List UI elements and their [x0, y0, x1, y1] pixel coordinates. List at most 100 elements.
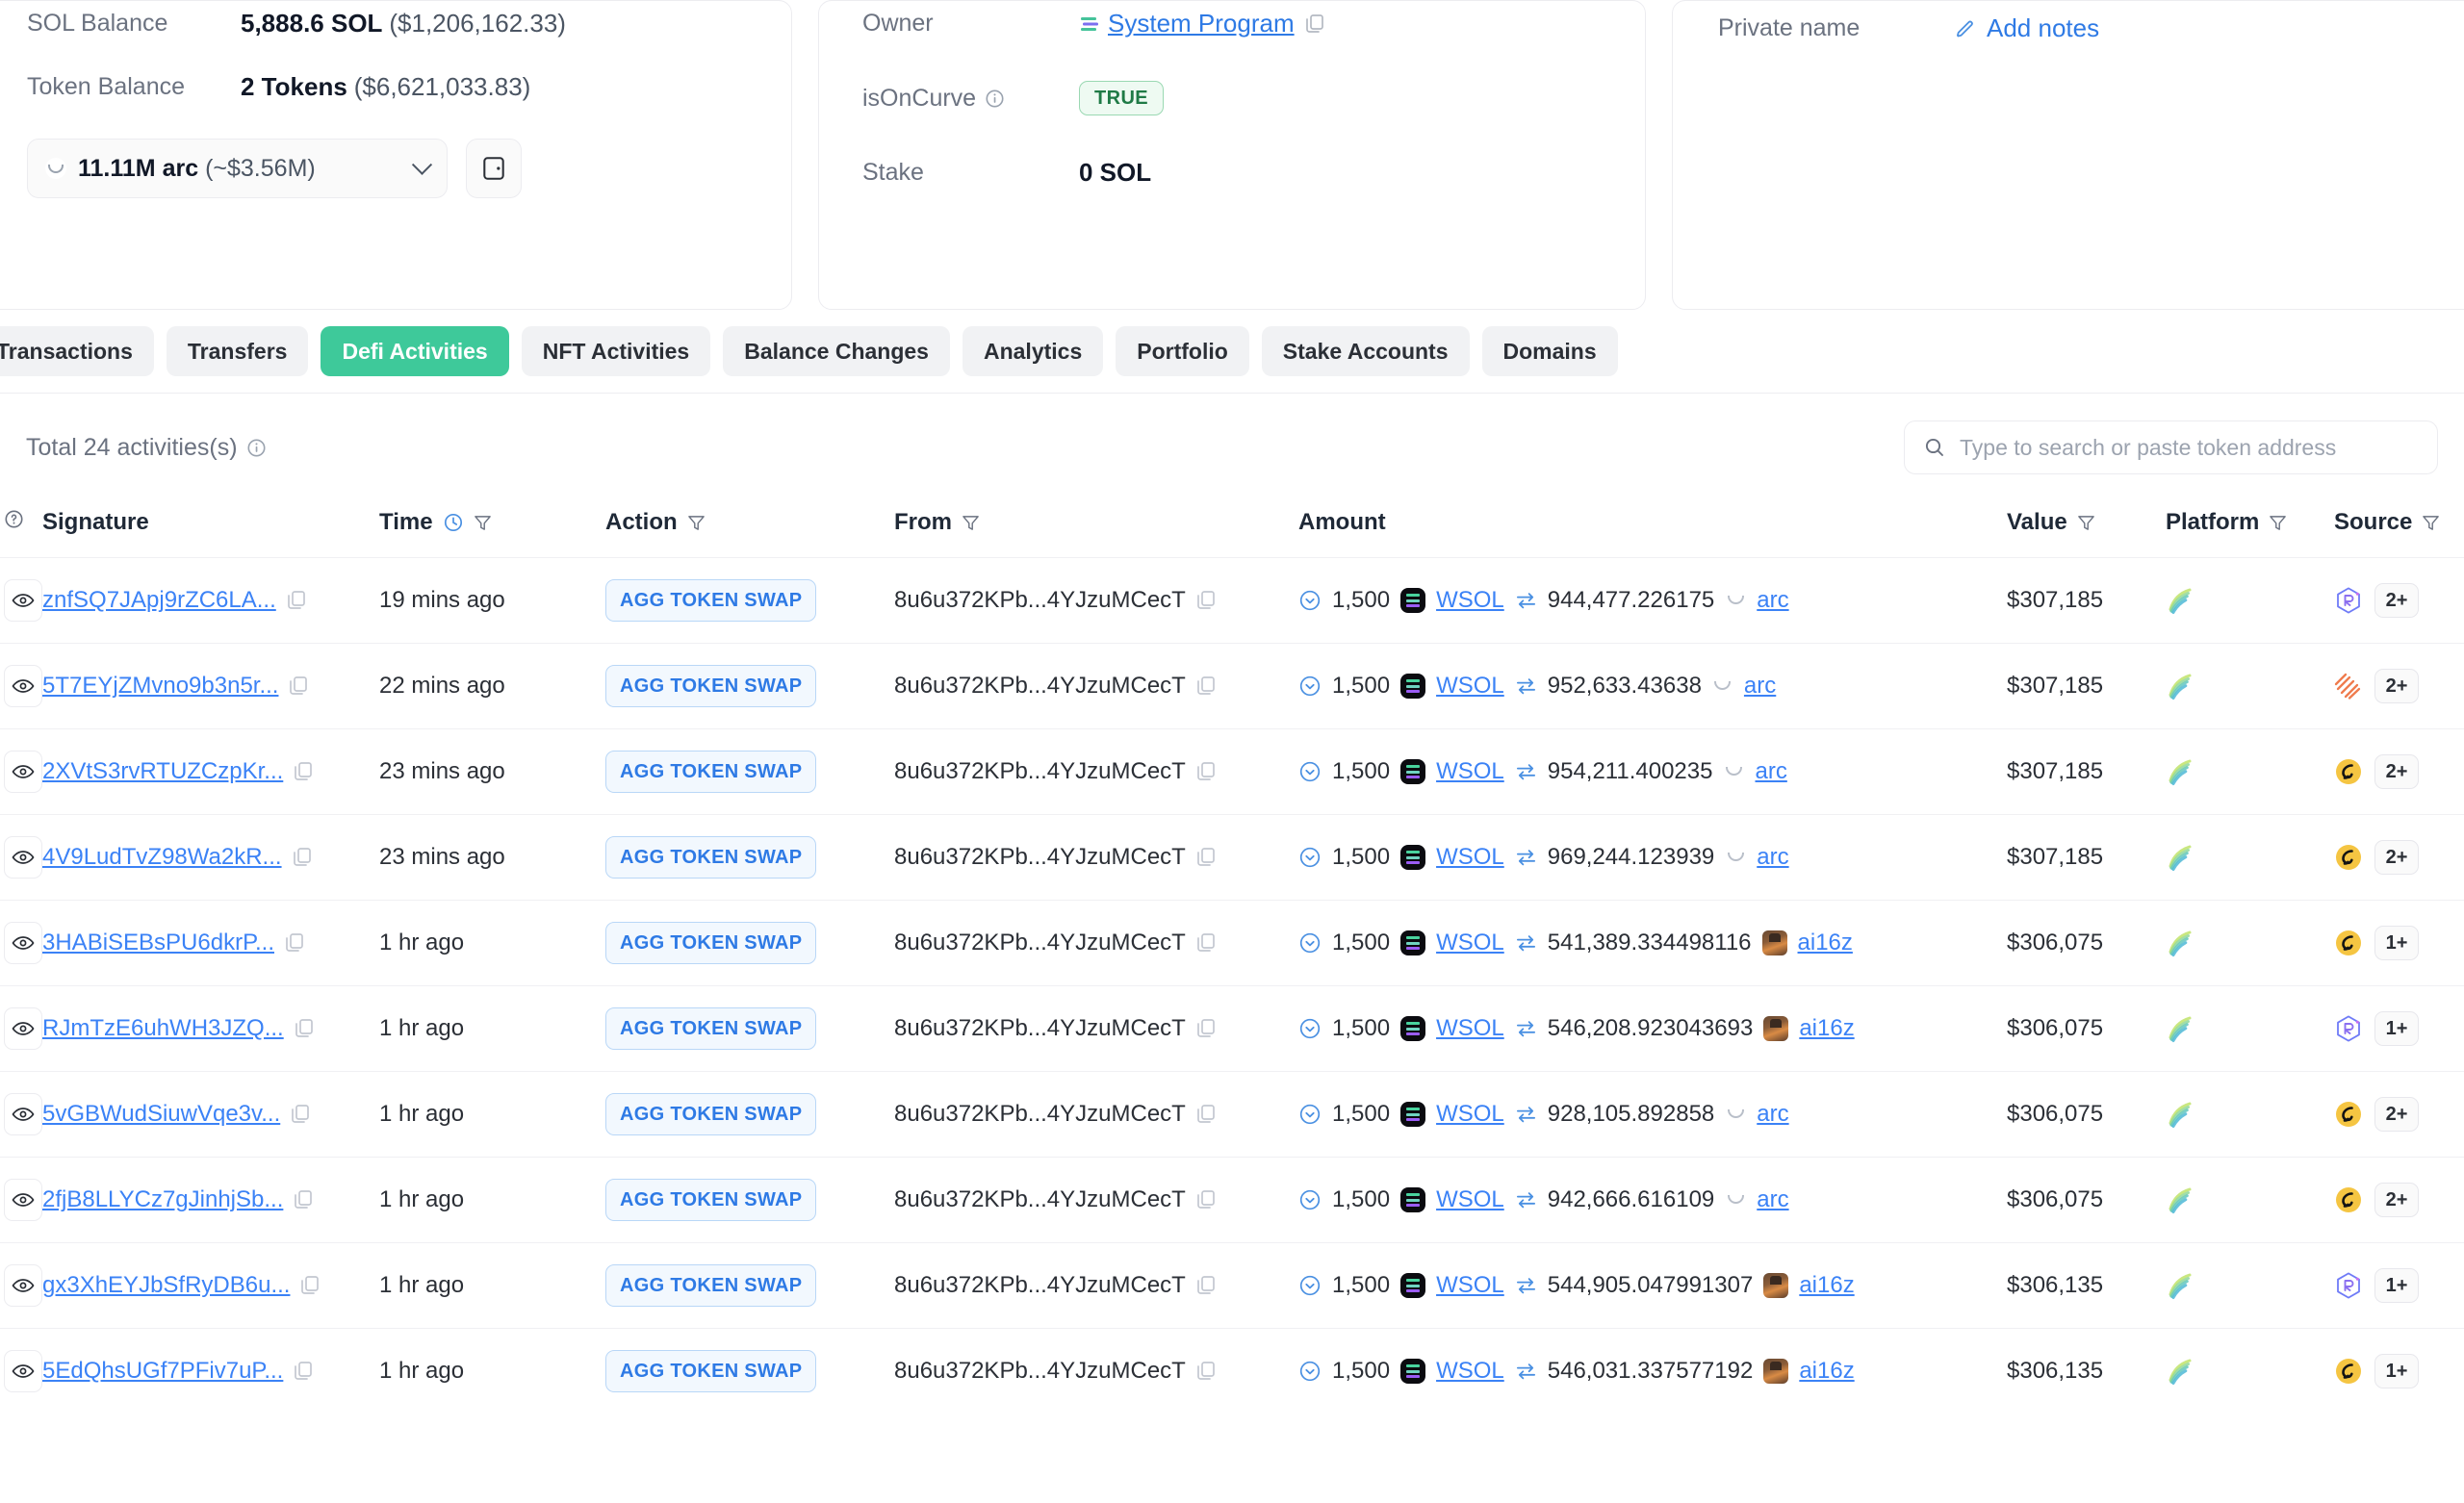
raydium-source-icon[interactable] [2334, 586, 2363, 615]
token-out-link[interactable]: arc [1757, 1186, 1788, 1213]
filter-icon[interactable] [2269, 514, 2287, 532]
col-source[interactable]: Source [2334, 496, 2464, 558]
copy-icon[interactable] [294, 1189, 313, 1210]
owner-link[interactable]: System Program [1108, 9, 1295, 38]
signature-link[interactable]: 2fjB8LLYCz7gJinhjSb... [42, 1186, 283, 1213]
signature-link[interactable]: 5vGBWudSiuwVqe3v... [42, 1101, 280, 1128]
signature-link[interactable]: gx3XhEYJbSfRyDB6u... [42, 1272, 290, 1299]
action-badge[interactable]: AGG TOKEN SWAP [605, 665, 817, 707]
help-icon[interactable] [4, 509, 24, 529]
jupiter-platform-icon[interactable] [2166, 1357, 2194, 1386]
raydium-source-icon[interactable] [2334, 1271, 2363, 1300]
token-in-link[interactable]: WSOL [1436, 930, 1504, 956]
tab-portfolio[interactable]: Portfolio [1116, 326, 1249, 376]
signature-link[interactable]: RJmTzE6uhWH3JZQ... [42, 1015, 284, 1042]
view-details-button[interactable] [4, 922, 42, 964]
jupiter-platform-icon[interactable] [2166, 1100, 2194, 1129]
action-badge[interactable]: AGG TOKEN SWAP [605, 751, 817, 793]
tab-analytics[interactable]: Analytics [962, 326, 1104, 376]
copy-icon[interactable] [295, 1018, 314, 1039]
copy-icon[interactable] [291, 1104, 310, 1125]
signature-link[interactable]: znfSQ7JApj9rZC6LA... [42, 587, 276, 614]
pumpfun-source-icon[interactable] [2334, 929, 2363, 957]
view-details-button[interactable] [4, 665, 42, 707]
jupiter-platform-icon[interactable] [2166, 1185, 2194, 1214]
copy-icon[interactable] [294, 761, 313, 782]
copy-icon[interactable] [1196, 675, 1216, 697]
signature-link[interactable]: 5T7EYjZMvno9b3n5r... [42, 673, 278, 700]
copy-icon[interactable] [1196, 1189, 1216, 1210]
copy-icon[interactable] [1196, 847, 1216, 868]
col-value[interactable]: Value [2007, 496, 2166, 558]
action-badge[interactable]: AGG TOKEN SWAP [605, 1264, 817, 1307]
view-details-button[interactable] [4, 1264, 42, 1307]
view-details-button[interactable] [4, 1007, 42, 1050]
copy-icon[interactable] [1196, 590, 1216, 611]
source-count-badge[interactable]: 2+ [2374, 1183, 2419, 1217]
jupiter-platform-icon[interactable] [2166, 586, 2194, 615]
token-in-link[interactable]: WSOL [1436, 1015, 1504, 1042]
action-badge[interactable]: AGG TOKEN SWAP [605, 1007, 817, 1050]
info-icon[interactable] [246, 438, 267, 458]
signature-link[interactable]: 4V9LudTvZ98Wa2kR... [42, 844, 282, 871]
pumpfun-source-icon[interactable] [2334, 1100, 2363, 1129]
meteora-source-icon[interactable] [2334, 672, 2363, 701]
token-in-link[interactable]: WSOL [1436, 1101, 1504, 1128]
token-dropdown[interactable]: 11.11M arc (~$3.56M) [27, 139, 448, 198]
copy-icon[interactable] [1196, 932, 1216, 954]
tab-transactions[interactable]: Transactions [0, 326, 154, 376]
token-out-link[interactable]: arc [1757, 1101, 1788, 1128]
copy-icon[interactable] [1196, 1275, 1216, 1296]
jupiter-platform-icon[interactable] [2166, 757, 2194, 786]
token-in-link[interactable]: WSOL [1436, 844, 1504, 871]
source-count-badge[interactable]: 2+ [2374, 754, 2419, 789]
tab-defi-activities[interactable]: Defi Activities [321, 326, 509, 376]
tab-transfers[interactable]: Transfers [166, 326, 309, 376]
action-badge[interactable]: AGG TOKEN SWAP [605, 1179, 817, 1221]
token-out-link[interactable]: arc [1755, 758, 1786, 785]
pumpfun-source-icon[interactable] [2334, 1357, 2363, 1386]
action-badge[interactable]: AGG TOKEN SWAP [605, 836, 817, 879]
source-count-badge[interactable]: 2+ [2374, 669, 2419, 703]
view-details-button[interactable] [4, 751, 42, 793]
tab-stake-accounts[interactable]: Stake Accounts [1261, 326, 1470, 376]
token-in-link[interactable]: WSOL [1436, 758, 1504, 785]
view-details-button[interactable] [4, 1093, 42, 1135]
search-input[interactable]: Type to search or paste token address [1904, 420, 2438, 474]
action-badge[interactable]: AGG TOKEN SWAP [605, 1093, 817, 1135]
col-action[interactable]: Action [605, 496, 894, 558]
copy-icon[interactable] [293, 847, 312, 868]
token-out-link[interactable]: arc [1757, 844, 1788, 871]
copy-icon[interactable] [1196, 1018, 1216, 1039]
copy-icon[interactable] [1196, 1104, 1216, 1125]
tab-nft-activities[interactable]: NFT Activities [521, 326, 711, 376]
jupiter-platform-icon[interactable] [2166, 843, 2194, 872]
pumpfun-source-icon[interactable] [2334, 1185, 2363, 1214]
copy-icon[interactable] [289, 675, 308, 697]
token-in-link[interactable]: WSOL [1436, 673, 1504, 700]
token-in-link[interactable]: WSOL [1436, 1272, 1504, 1299]
filter-icon[interactable] [687, 514, 706, 532]
signature-link[interactable]: 5EdQhsUGf7PFiv7uP... [42, 1358, 283, 1385]
source-count-badge[interactable]: 2+ [2374, 583, 2419, 618]
token-out-link[interactable]: ai16z [1799, 1358, 1854, 1385]
col-from[interactable]: From [894, 496, 1298, 558]
token-out-link[interactable]: ai16z [1799, 1015, 1854, 1042]
raydium-source-icon[interactable] [2334, 1014, 2363, 1043]
filter-icon[interactable] [2422, 514, 2440, 532]
copy-icon[interactable] [285, 932, 304, 954]
token-out-link[interactable]: arc [1744, 673, 1776, 700]
jupiter-platform-icon[interactable] [2166, 672, 2194, 701]
source-count-badge[interactable]: 1+ [2374, 1354, 2419, 1388]
action-badge[interactable]: AGG TOKEN SWAP [605, 922, 817, 964]
source-count-badge[interactable]: 2+ [2374, 1097, 2419, 1132]
signature-link[interactable]: 2XVtS3rvRTUZCzpKr... [42, 758, 283, 785]
token-in-link[interactable]: WSOL [1436, 1358, 1504, 1385]
copy-icon[interactable] [1196, 1361, 1216, 1382]
view-details-button[interactable] [4, 579, 42, 622]
col-platform[interactable]: Platform [2166, 496, 2334, 558]
copy-icon[interactable] [300, 1275, 320, 1296]
source-count-badge[interactable]: 1+ [2374, 1268, 2419, 1303]
pumpfun-source-icon[interactable] [2334, 843, 2363, 872]
filter-icon[interactable] [474, 514, 492, 532]
